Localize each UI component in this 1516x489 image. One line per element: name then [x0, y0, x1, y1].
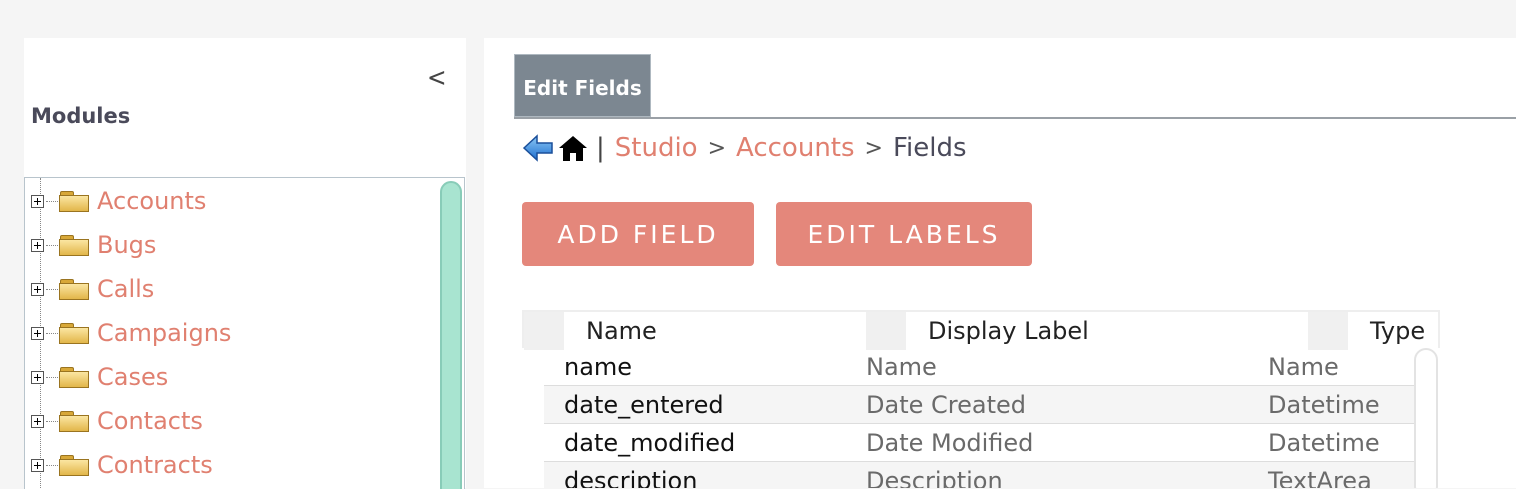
field-name[interactable]: description: [564, 462, 697, 489]
table-row[interactable]: date_entered Date Created Datetime: [544, 386, 1415, 424]
field-display-label: Description: [866, 466, 1003, 489]
tree-item-calls[interactable]: Calls: [31, 274, 154, 304]
table-header: Name Display Label Type: [522, 310, 1440, 350]
tab-bar-divider: [514, 117, 1516, 119]
tree-item-label[interactable]: Campaigns: [97, 319, 231, 347]
tree-connector: [46, 200, 58, 202]
breadcrumb-separator: |: [596, 133, 605, 163]
folder-icon: [59, 278, 89, 300]
fields-table: Name Display Label Type name Name Name d…: [522, 310, 1440, 488]
tree-connector: [46, 376, 58, 378]
tree-item-label[interactable]: Calls: [97, 275, 154, 303]
tree-connector: [46, 464, 58, 466]
tree-item-label[interactable]: Cases: [97, 363, 168, 391]
tree-item-label[interactable]: Bugs: [97, 231, 156, 259]
expand-plus-icon[interactable]: [31, 194, 44, 208]
tree-item-contacts[interactable]: Contacts: [31, 406, 203, 436]
tree-item-label[interactable]: Accounts: [97, 187, 206, 215]
folder-icon: [59, 234, 89, 256]
expand-plus-icon[interactable]: [31, 370, 44, 384]
tree-item-bugs[interactable]: Bugs: [31, 230, 156, 260]
field-type: Datetime: [1268, 428, 1380, 457]
tree-item-campaigns[interactable]: Campaigns: [31, 318, 231, 348]
expand-plus-icon[interactable]: [31, 326, 44, 340]
table-row[interactable]: description Description TextArea: [544, 462, 1415, 488]
field-display-label: Date Created: [866, 390, 1026, 419]
studio-panel: Edit Fields | Studio > Accounts > Fields…: [484, 38, 1516, 488]
table-row[interactable]: date_modified Date Modified Datetime: [544, 424, 1415, 462]
modules-title: Modules: [31, 104, 131, 128]
folder-icon: [59, 454, 89, 476]
table-scrollbar[interactable]: [1414, 348, 1438, 488]
expand-plus-icon[interactable]: [31, 282, 44, 296]
back-arrow-icon[interactable]: [522, 133, 554, 163]
tree-item-cases[interactable]: Cases: [31, 362, 168, 392]
folder-icon: [59, 366, 89, 388]
header-spacer: [1308, 312, 1348, 350]
tree-connector: [46, 420, 58, 422]
folder-icon: [59, 322, 89, 344]
tree-item-contracts[interactable]: Contracts: [31, 450, 213, 480]
tree-connector: [46, 332, 58, 334]
tab-edit-fields[interactable]: Edit Fields: [514, 54, 651, 117]
field-type: Name: [1268, 352, 1339, 381]
tree-scrollbar[interactable]: [440, 181, 462, 489]
field-name[interactable]: date_entered: [564, 386, 724, 423]
folder-icon: [59, 190, 89, 212]
tree-item-label[interactable]: Contracts: [97, 451, 213, 479]
header-type[interactable]: Type: [1370, 312, 1425, 350]
breadcrumb-accounts[interactable]: Accounts: [736, 133, 855, 163]
collapse-chevron-icon[interactable]: <: [427, 65, 447, 91]
expand-plus-icon[interactable]: [31, 238, 44, 252]
expand-plus-icon[interactable]: [31, 458, 44, 472]
header-name[interactable]: Name: [586, 312, 657, 350]
header-spacer: [524, 312, 564, 350]
add-field-button[interactable]: ADD FIELD: [522, 202, 754, 266]
field-display-label: Date Modified: [866, 428, 1034, 457]
tree-item-accounts[interactable]: Accounts: [31, 186, 206, 216]
field-type: TextArea: [1268, 466, 1372, 489]
field-type: Datetime: [1268, 390, 1380, 419]
tree-item-label[interactable]: Contacts: [97, 407, 203, 435]
field-name[interactable]: date_modified: [564, 424, 735, 461]
edit-labels-button[interactable]: EDIT LABELS: [776, 202, 1032, 266]
tree-connector: [46, 288, 58, 290]
module-tree: Accounts Bugs Calls Campaigns Cases Cont…: [24, 177, 465, 489]
header-display-label[interactable]: Display Label: [928, 312, 1089, 350]
breadcrumb-arrow: >: [864, 135, 883, 161]
expand-plus-icon[interactable]: [31, 414, 44, 428]
folder-icon: [59, 410, 89, 432]
field-name[interactable]: name: [564, 348, 632, 385]
breadcrumb: | Studio > Accounts > Fields: [522, 130, 967, 166]
breadcrumb-fields: Fields: [892, 133, 967, 163]
tree-connector: [46, 244, 58, 246]
field-display-label: Name: [866, 352, 937, 381]
breadcrumb-arrow: >: [707, 135, 727, 161]
breadcrumb-studio[interactable]: Studio: [615, 133, 698, 163]
home-icon[interactable]: [558, 134, 588, 162]
modules-panel: < Modules Accounts Bugs Calls Campaigns: [24, 38, 466, 489]
header-spacer: [866, 312, 906, 350]
table-row[interactable]: name Name Name: [544, 348, 1415, 386]
